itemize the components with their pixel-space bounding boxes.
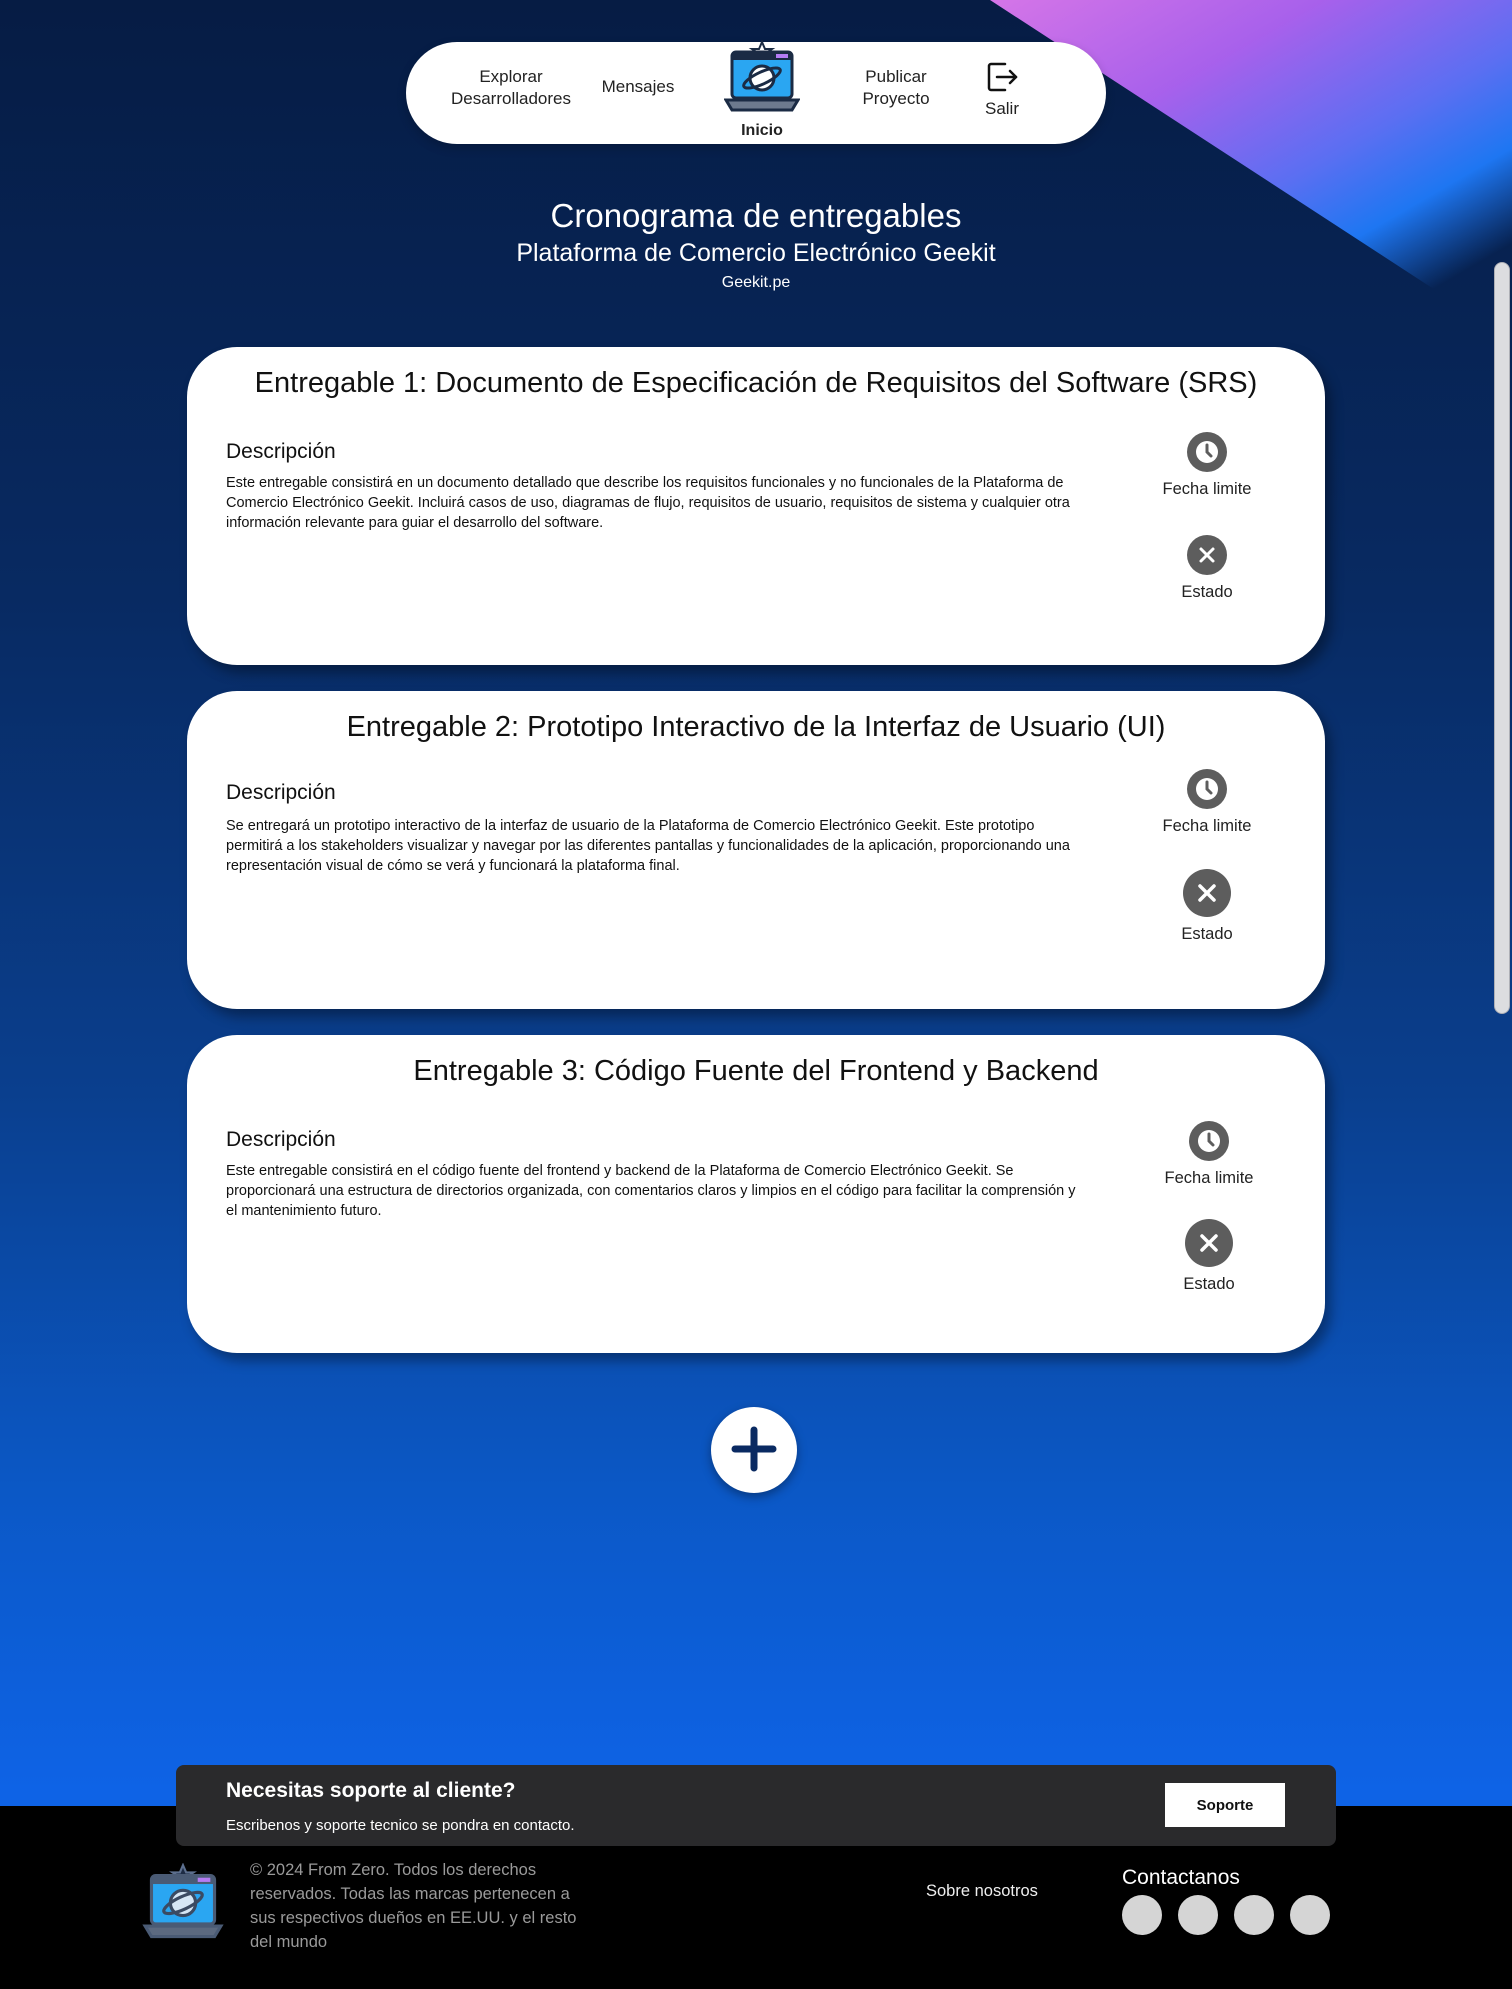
clock-icon [1187,432,1227,472]
page-subtitle: Plataforma de Comercio Electrónico Geeki… [516,239,996,267]
support-subtitle: Escribenos y soporte tecnico se pondra e… [226,1817,575,1834]
nav-publish-project[interactable]: Publicar Proyecto [846,66,946,110]
plus-icon [730,1425,778,1476]
description-heading: Descripción [226,440,336,463]
page-scrollbar[interactable] [1494,262,1510,1014]
deliverable-title: Entregable 1: Documento de Especificació… [254,367,1258,399]
description-text: Este entregable consistirá en un documen… [226,475,1070,531]
site-label: Geekit.pe [721,274,791,291]
top-navigation: Explorar Desarrolladores Mensajes Inicio… [406,39,1106,144]
social-link[interactable] [1178,1895,1218,1935]
description-heading: Descripción [226,781,336,804]
add-deliverable-button[interactable] [711,1407,797,1493]
nav-messages[interactable]: Mensajes [596,76,680,98]
deadline-label: Fecha limite [1162,817,1252,835]
status-button[interactable]: Estado [1149,1219,1269,1294]
description-text: Se entregará un prototipo interactivo de… [226,818,1070,874]
deadline-label: Fecha limite [1164,1169,1254,1187]
deliverable-card: Entregable 3: Código Fuente del Frontend… [187,1035,1325,1353]
deadline-button[interactable]: Fecha limite [1147,432,1267,499]
page-title: Cronograma de entregables [550,197,962,234]
support-banner: Necesitas soporte al cliente? Escribenos… [176,1765,1336,1846]
status-button[interactable]: Estado [1147,869,1267,944]
footer-logo-icon [142,1862,224,1949]
close-icon [1185,1219,1233,1267]
deliverable-card: Entregable 2: Prototipo Interactivo de l… [187,691,1325,1009]
deadline-button[interactable]: Fecha limite [1149,1121,1269,1188]
clock-icon [1187,769,1227,809]
nav-home[interactable]: Inicio [716,39,808,144]
status-button[interactable]: Estado [1147,535,1267,602]
close-icon [1183,869,1231,917]
social-link[interactable] [1234,1895,1274,1935]
nav-explore-developers[interactable]: Explorar Desarrolladores [446,66,576,110]
clock-icon [1189,1121,1229,1161]
logout-icon [985,62,1019,98]
deadline-button[interactable]: Fecha limite [1147,769,1267,836]
nav-exit[interactable]: Salir [972,60,1032,120]
social-link[interactable] [1290,1895,1330,1935]
contact-heading: Contactanos [1122,1866,1240,1889]
laptop-planet-logo-icon [723,39,801,124]
support-button[interactable]: Soporte [1165,1783,1285,1827]
social-link[interactable] [1122,1895,1162,1935]
close-icon [1187,535,1227,575]
deliverable-card: Entregable 1: Documento de Especificació… [187,347,1325,665]
copyright-text: © 2024 From Zero. Todos los derechos res… [250,1861,577,1951]
description-heading: Descripción [226,1128,336,1151]
status-label: Estado [1181,925,1233,943]
deliverable-title: Entregable 2: Prototipo Interactivo de l… [346,711,1166,743]
page-header: Cronograma de entregables Plataforma de … [0,196,1512,294]
about-us-link[interactable]: Sobre nosotros [926,1882,1038,1901]
deliverable-title: Entregable 3: Código Fuente del Frontend… [413,1055,1099,1087]
description-text: Este entregable consistirá en el código … [226,1163,1076,1219]
status-label: Estado [1181,583,1233,601]
status-label: Estado [1183,1275,1235,1293]
deadline-label: Fecha limite [1162,480,1252,498]
support-question: Necesitas soporte al cliente? [226,1779,516,1802]
